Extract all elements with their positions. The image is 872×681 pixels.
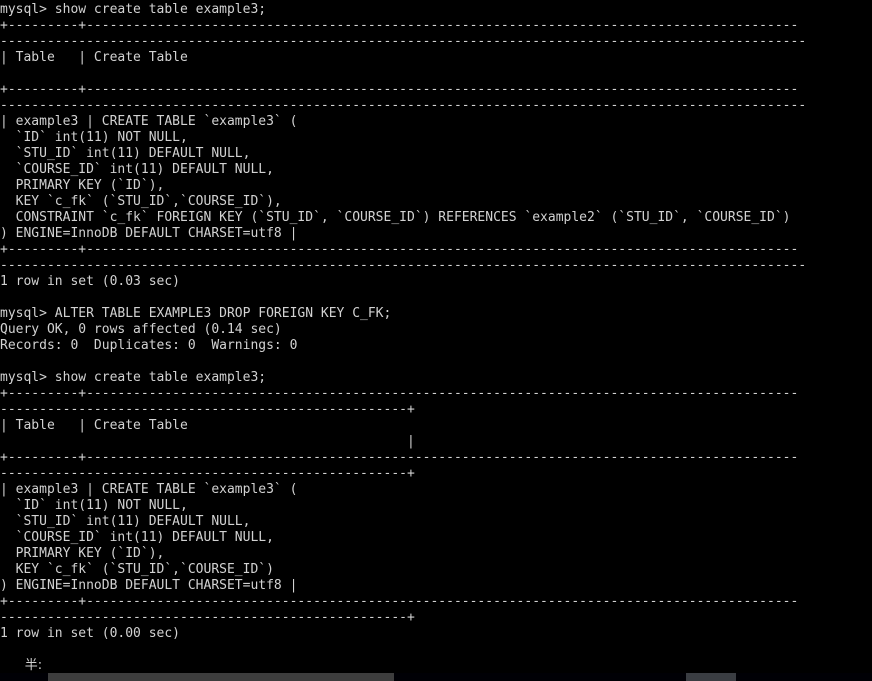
terminal-line-prompt: mysql> show create table example3; xyxy=(0,2,267,17)
terminal-line-status: Records: 0 Duplicates: 0 Warnings: 0 xyxy=(0,338,298,353)
terminal-line-data: `STU_ID` int(11) DEFAULT NULL, xyxy=(0,514,251,529)
terminal-line-data: `COURSE_ID` int(11) DEFAULT NULL, xyxy=(0,162,274,177)
taskbar-tray-region[interactable] xyxy=(686,673,736,681)
terminal-line-prompt: mysql> ALTER TABLE EXAMPLE3 DROP FOREIGN… xyxy=(0,306,392,321)
terminal-line-data: ) ENGINE=InnoDB DEFAULT CHARSET=utf8 | xyxy=(0,226,298,241)
taskbar-window-button[interactable] xyxy=(48,673,394,681)
terminal-line-separator: +---------+-----------------------------… xyxy=(0,242,799,257)
terminal-line-data: `ID` int(11) NOT NULL, xyxy=(0,130,188,145)
terminal-line-prompt: mysql> show create table example3; xyxy=(0,370,267,385)
terminal-line-separator: ----------------------------------------… xyxy=(0,258,807,273)
terminal-line-data: PRIMARY KEY (`ID`), xyxy=(0,178,165,193)
bottom-taskbar[interactable] xyxy=(0,673,872,681)
terminal-line-separator: +---------+-----------------------------… xyxy=(0,594,799,609)
terminal-line-header: | Table | Create Table xyxy=(0,418,188,433)
terminal-window[interactable]: mysql> show create table example3; +-----… xyxy=(0,0,872,681)
terminal-line-separator: +---------+-----------------------------… xyxy=(0,18,799,33)
terminal-line-separator: ----------------------------------------… xyxy=(0,466,415,481)
terminal-line-data: `COURSE_ID` int(11) DEFAULT NULL, xyxy=(0,530,274,545)
terminal-line-data: | example3 | CREATE TABLE `example3` ( xyxy=(0,114,298,129)
terminal-line-separator: ----------------------------------------… xyxy=(0,34,807,49)
terminal-line-data: ) ENGINE=InnoDB DEFAULT CHARSET=utf8 | xyxy=(0,578,298,593)
terminal-line-data: | xyxy=(0,434,415,449)
terminal-line-status: 1 row in set (0.03 sec) xyxy=(0,274,181,289)
terminal-line-data: | example3 | CREATE TABLE `example3` ( xyxy=(0,482,298,497)
terminal-line-data: `ID` int(11) NOT NULL, xyxy=(0,498,188,513)
terminal-line-status: Query OK, 0 rows affected (0.14 sec) xyxy=(0,322,282,337)
terminal-screen[interactable]: mysql> show create table example3; +-----… xyxy=(0,2,872,674)
terminal-line-data: CONSTRAINT `c_fk` FOREIGN KEY (`STU_ID`,… xyxy=(0,210,791,225)
terminal-line-cjk: 半: xyxy=(0,658,43,673)
terminal-line-status: 1 row in set (0.00 sec) xyxy=(0,626,181,641)
terminal-line-header: | Table | Create Table xyxy=(0,50,188,65)
terminal-line-separator: ----------------------------------------… xyxy=(0,610,415,625)
terminal-line-data: KEY `c_fk` (`STU_ID`,`COURSE_ID`) xyxy=(0,562,274,577)
terminal-line-data: PRIMARY KEY (`ID`), xyxy=(0,546,165,561)
terminal-line-data: `STU_ID` int(11) DEFAULT NULL, xyxy=(0,146,251,161)
terminal-line-separator: +---------+-----------------------------… xyxy=(0,82,799,97)
terminal-line-separator: +---------+-----------------------------… xyxy=(0,386,799,401)
terminal-line-separator: +---------+-----------------------------… xyxy=(0,450,799,465)
terminal-line-separator: ----------------------------------------… xyxy=(0,98,807,113)
terminal-line-separator: ----------------------------------------… xyxy=(0,402,415,417)
terminal-line-data: KEY `c_fk` (`STU_ID`,`COURSE_ID`), xyxy=(0,194,282,209)
